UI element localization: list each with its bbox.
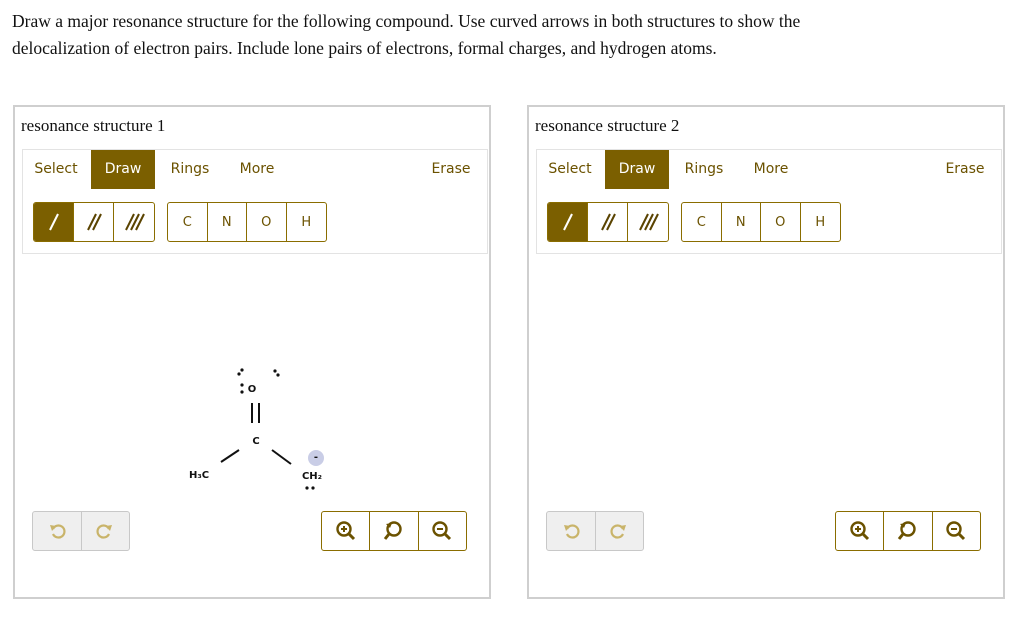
bond-buttons (547, 202, 669, 242)
redo-icon (96, 524, 113, 539)
single-bond (220, 449, 240, 463)
zoom-out-button[interactable] (933, 512, 980, 550)
editor-toolbar: Select Draw Rings More Erase C N O H (536, 149, 1002, 254)
tab-select[interactable]: Select (537, 150, 603, 189)
history-controls (32, 511, 130, 551)
zoom-in-icon (335, 521, 355, 541)
tab-rings[interactable]: Rings (671, 150, 737, 189)
panel-title: resonance structure 2 (535, 116, 680, 135)
zoom-reset-icon (383, 521, 402, 540)
atom-carbon: C (252, 436, 259, 447)
atom-n-button[interactable]: N (722, 203, 761, 241)
single-bond-button[interactable] (548, 203, 588, 241)
zoom-reset-button[interactable] (884, 512, 933, 550)
atom-o-button[interactable]: O (761, 203, 801, 241)
question-text: Draw a major resonance structure for the… (12, 8, 1012, 62)
undo-icon (49, 524, 66, 539)
formal-charge-minus: - (314, 452, 318, 463)
zoom-controls (835, 511, 981, 551)
lone-pair-dot (237, 372, 241, 376)
redo-button[interactable] (82, 512, 130, 550)
redo-icon (610, 524, 627, 539)
toolbar-tabs: Select Draw Rings More Erase (537, 150, 1001, 190)
single-bond-icon (563, 213, 573, 231)
atom-oxygen: O (248, 384, 257, 395)
zoom-out-button[interactable] (419, 512, 466, 550)
tab-draw[interactable]: Draw (605, 150, 669, 189)
lone-pair-dot (240, 390, 244, 394)
lone-pair-dot (240, 368, 244, 372)
zoom-in-button[interactable] (836, 512, 885, 550)
zoom-reset-button[interactable] (370, 512, 419, 550)
triple-bond-icon (639, 213, 659, 231)
zoom-in-button[interactable] (322, 512, 371, 550)
zoom-out-icon (432, 521, 452, 541)
lone-pair-dot (276, 373, 280, 377)
lone-pair-dot (240, 383, 244, 387)
undo-button[interactable] (33, 512, 82, 550)
redo-button[interactable] (596, 512, 644, 550)
tab-more[interactable]: More (739, 150, 803, 189)
zoom-out-icon (946, 521, 966, 541)
zoom-in-icon (849, 521, 869, 541)
atom-buttons: C N O H (681, 202, 841, 242)
zoom-controls (321, 511, 467, 551)
triple-bond-button[interactable] (628, 203, 668, 241)
atom-h-button[interactable]: H (801, 203, 840, 241)
lone-pair-dot (305, 486, 309, 490)
question-line-1: Draw a major resonance structure for the… (12, 11, 801, 31)
double-bond-icon (601, 213, 616, 231)
question-line-2: delocalization of electron pairs. Includ… (12, 38, 717, 58)
undo-icon (563, 524, 580, 539)
undo-button[interactable] (547, 512, 596, 550)
atom-c-button[interactable]: C (682, 203, 722, 241)
lone-pair-dot (273, 369, 277, 373)
resonance-panel-2: resonance structure 2 Select Draw Rings … (527, 105, 1005, 599)
double-bond-button[interactable] (588, 203, 628, 241)
single-bond (271, 449, 292, 465)
erase-button[interactable]: Erase (935, 150, 995, 189)
lone-pair-dot (311, 486, 315, 490)
history-controls (546, 511, 644, 551)
resonance-panel-1: resonance structure 1 Select Draw Rings … (13, 105, 491, 599)
atom-methyl: H₃C (189, 470, 209, 481)
zoom-reset-icon (897, 521, 916, 540)
atom-methylene: CH₂ (302, 471, 322, 482)
